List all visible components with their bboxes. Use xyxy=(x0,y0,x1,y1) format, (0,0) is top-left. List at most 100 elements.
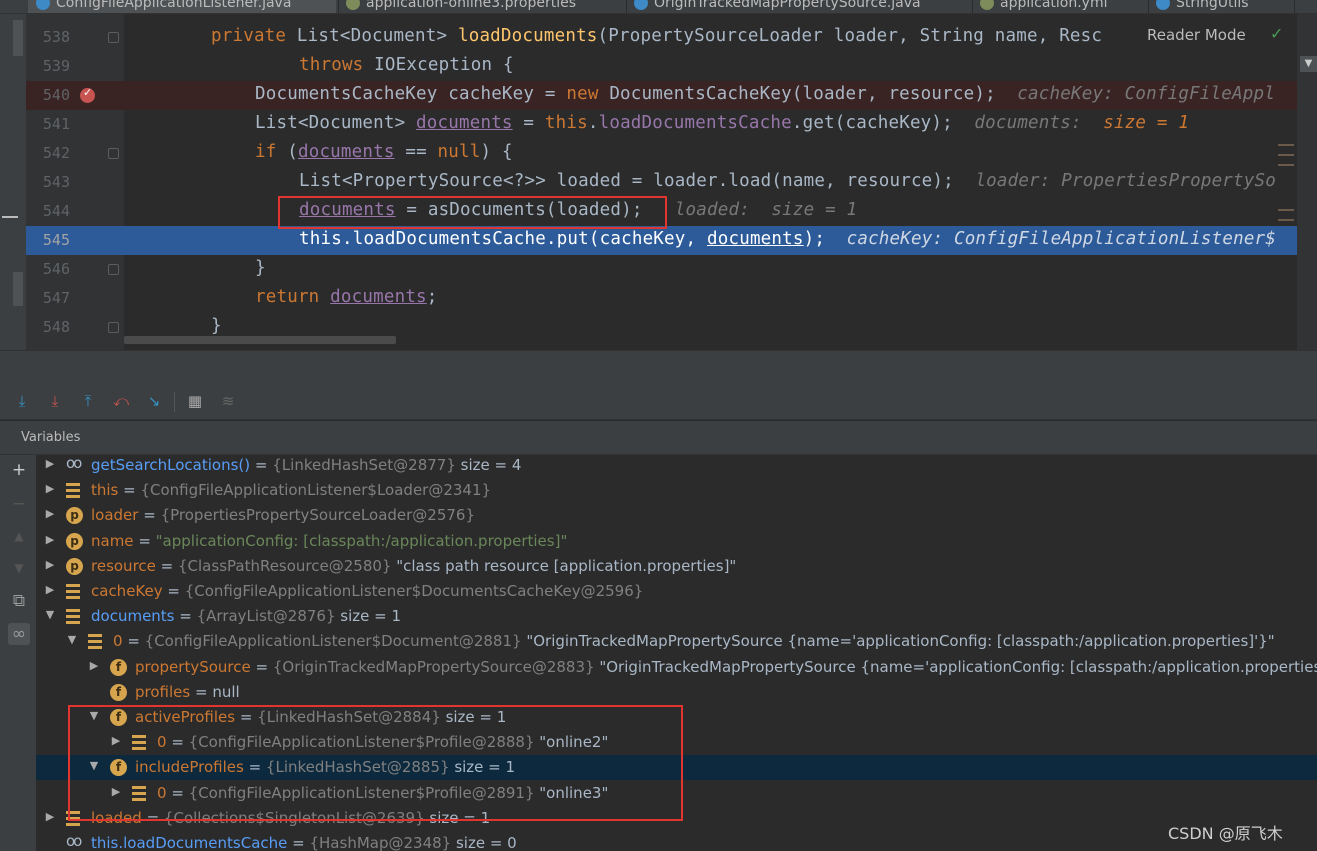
variable-name: profiles xyxy=(135,682,191,701)
equals-sign: = xyxy=(190,682,213,701)
equals-sign: = xyxy=(162,582,185,600)
step-over-icon[interactable]: ⤓ xyxy=(11,390,33,412)
code-line-542[interactable]: 542 if (documents == null) { xyxy=(26,139,1297,168)
tab-config-file-application-listener[interactable]: ConfigFileApplicationListener.java xyxy=(28,0,336,13)
chevron-down-icon[interactable]: ▼ xyxy=(66,633,78,646)
code-text: List<PropertySource<?>> loaded = loader.… xyxy=(299,171,1276,191)
chevron-right-icon[interactable]: ▶ xyxy=(44,482,56,495)
variable-name: 0 xyxy=(113,632,123,651)
tab-application-online3-properties[interactable]: application-online3.properties xyxy=(346,0,622,13)
variable-name: resource xyxy=(91,556,156,575)
variable-name: this xyxy=(91,481,119,500)
chevron-right-icon[interactable]: ▶ xyxy=(44,457,56,470)
code-line-547[interactable]: 547 return documents; xyxy=(26,284,1297,313)
reader-mode-toggle[interactable]: Reader Mode ✓ xyxy=(1135,24,1317,58)
move-down-icon[interactable]: ▼ xyxy=(8,557,30,579)
equals-sign: = xyxy=(250,657,273,676)
remove-watch-icon[interactable]: − xyxy=(8,493,30,515)
variable-row[interactable]: ▼ 0 = {ConfigFileApplicationListener$Docu… xyxy=(36,629,1317,654)
variable-row[interactable]: ▶ p name = "applicationConfig: [classpath:… xyxy=(36,529,1317,554)
chevron-right-icon[interactable]: ▶ xyxy=(44,583,56,596)
java-class-icon xyxy=(36,0,50,10)
fold-icon[interactable] xyxy=(108,148,119,159)
equals-sign: = xyxy=(174,607,197,626)
error-stripe-mark[interactable] xyxy=(1278,154,1294,156)
variable-row[interactable]: ▶ oo getSearchLocations() = {LinkedHashSet… xyxy=(36,455,1317,478)
tab-divider xyxy=(626,0,627,13)
debugger-toolbar: ⤓ ⤓ ⤒ ⤺ ↘ ▦ ≋ xyxy=(0,384,1317,420)
variable-value: "class path resource [application.proper… xyxy=(391,556,737,575)
variable-row[interactable]: f profiles = null xyxy=(36,680,1317,705)
equals-sign: = xyxy=(118,481,141,500)
variable-value: "OriginTrackedMapPropertySource {name='a… xyxy=(521,632,1275,651)
variable-type: {OriginTrackedMapPropertySource@2883} xyxy=(272,657,595,676)
variable-row[interactable]: ▶ p resource = {ClassPathResource@2580} "c… xyxy=(36,554,1317,579)
editor-tab-bar: ConfigFileApplicationListener.java appli… xyxy=(0,0,1317,14)
error-stripe-mark[interactable] xyxy=(1278,144,1294,146)
code-line-545-current[interactable]: 545 this.loadDocumentsCache.put(cacheKey… xyxy=(26,226,1297,255)
tab-application-yml[interactable]: application.yml xyxy=(980,0,1150,13)
code-line-546[interactable]: 546 } xyxy=(26,255,1297,284)
tab-origin-tracked-map-property-source[interactable]: OriginTrackedMapPropertySource.java xyxy=(634,0,968,13)
variable-row[interactable]: ▶ f propertySource = {OriginTrackedMapProp… xyxy=(36,655,1317,680)
variable-name: this.loadDocumentsCache xyxy=(91,834,288,851)
variable-row[interactable]: ▶ cacheKey = {ConfigFileApplicationListen… xyxy=(36,579,1317,604)
trace-icon[interactable]: ≋ xyxy=(217,390,239,412)
chevron-right-icon[interactable]: ▶ xyxy=(44,533,56,546)
watch-icon: oo xyxy=(66,832,82,850)
variable-type: {LinkedHashSet@2877} xyxy=(272,456,456,474)
chevron-right-icon[interactable]: ▶ xyxy=(44,558,56,571)
force-step-icon[interactable]: ↘ xyxy=(143,390,165,412)
collapse-icon[interactable] xyxy=(2,216,18,218)
fold-icon[interactable] xyxy=(108,32,119,43)
equals-sign: = xyxy=(138,506,161,525)
variable-text: this = {ConfigFileApplicationListener$Lo… xyxy=(91,481,491,499)
variable-type: {ConfigFileApplicationListener$Documents… xyxy=(184,582,644,600)
step-into-icon[interactable]: ⤓ xyxy=(44,390,66,412)
variable-text: loader = {PropertiesPropertySourceLoader… xyxy=(91,506,475,524)
variable-name: getSearchLocations() xyxy=(91,456,251,474)
watch-icon: oo xyxy=(66,455,82,472)
code-line-540[interactable]: 540 DocumentsCacheKey cacheKey = new Doc… xyxy=(26,81,1297,110)
variable-row[interactable]: ▶ p loader = {PropertiesPropertySourceLoad… xyxy=(36,503,1317,528)
evaluate-icon[interactable]: ▦ xyxy=(184,390,206,412)
chevron-down-icon[interactable]: ▼ xyxy=(1300,56,1317,72)
fold-icon[interactable] xyxy=(108,322,119,333)
chevron-right-icon[interactable]: ▶ xyxy=(44,507,56,520)
breakpoint-icon[interactable] xyxy=(80,86,95,103)
fold-icon[interactable] xyxy=(108,264,119,275)
code-line-539[interactable]: 539 throws IOException { xyxy=(26,52,1297,81)
variable-row[interactable]: ▶ this = {ConfigFileApplicationListener$L… xyxy=(36,478,1317,503)
yaml-file-icon xyxy=(980,0,994,10)
step-out-icon[interactable]: ⤒ xyxy=(77,390,99,412)
field-icon: f xyxy=(110,683,127,701)
code-line-543[interactable]: 543 List<PropertySource<?>> loaded = loa… xyxy=(26,168,1297,197)
chevron-right-icon[interactable]: ▶ xyxy=(88,659,100,672)
code-line-541[interactable]: 541 List<Document> documents = this.load… xyxy=(26,110,1297,139)
variable-text: 0 = {ConfigFileApplicationListener$Docum… xyxy=(113,632,1275,650)
code-editor[interactable]: 538 private List<Document> loadDocuments… xyxy=(0,14,1317,350)
code-line-538[interactable]: 538 private List<Document> loadDocuments… xyxy=(26,23,1297,52)
variable-text: this.loadDocumentsCache = {HashMap@2348}… xyxy=(91,834,517,851)
move-up-icon[interactable]: ▲ xyxy=(8,525,30,547)
tab-string-utils[interactable]: StringUtils xyxy=(1156,0,1286,13)
copy-icon[interactable]: ⧉ xyxy=(8,590,30,612)
error-stripe-mark[interactable] xyxy=(1278,164,1294,166)
field-icon: f xyxy=(110,658,127,676)
watches-toggle-icon[interactable]: ∞ xyxy=(8,623,30,645)
equals-sign: = xyxy=(122,632,145,651)
run-to-cursor-icon[interactable]: ⤺ xyxy=(110,390,132,412)
chevron-down-icon[interactable]: ▼ xyxy=(44,608,56,621)
variable-row[interactable]: ▼ documents = {ArrayList@2876} size = 1 xyxy=(36,604,1317,629)
equals-sign: = xyxy=(133,531,156,550)
add-watch-icon[interactable]: + xyxy=(8,459,30,481)
local-variable-icon xyxy=(66,483,80,499)
variable-type: {PropertiesPropertySourceLoader@2576} xyxy=(160,506,476,525)
chevron-right-icon[interactable]: ▶ xyxy=(44,810,56,823)
error-stripe-mark[interactable] xyxy=(1278,209,1294,211)
variable-text: propertySource = {OriginTrackedMapProper… xyxy=(135,658,1317,676)
variable-row[interactable]: oo this.loadDocumentsCache = {HashMap@234… xyxy=(36,831,1317,851)
highlight-annotation-box xyxy=(278,196,667,229)
editor-horizontal-scrollbar[interactable] xyxy=(124,336,396,344)
error-stripe-mark[interactable] xyxy=(1278,219,1294,221)
